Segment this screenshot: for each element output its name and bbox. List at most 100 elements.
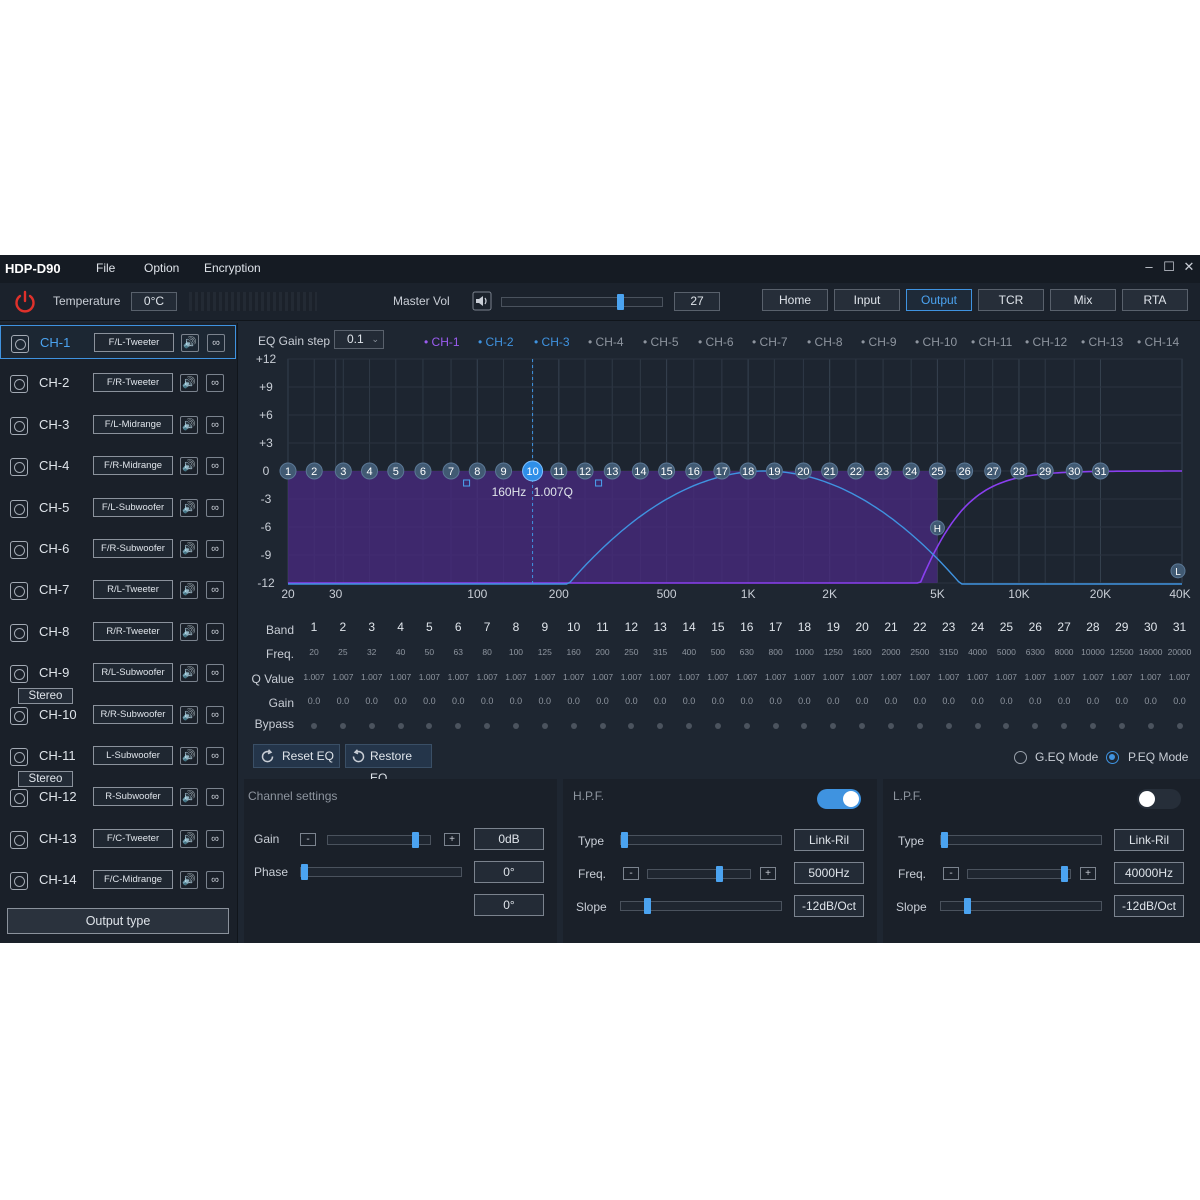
channel-row[interactable]: CH-1 F/L-Tweeter 🔊 ∞ [0,325,236,359]
bypass-toggle[interactable] [686,723,693,729]
speaker-icon[interactable] [10,623,28,642]
menu-option[interactable]: Option [144,261,179,275]
link-icon[interactable]: ∞ [206,664,224,683]
legend-item[interactable]: • CH-1 [424,335,460,349]
legend-item[interactable]: • CH-6 [698,335,734,349]
speaker-icon[interactable] [10,665,28,684]
power-icon[interactable] [12,289,38,315]
channel-type-button[interactable]: F/R-Midrange [93,456,173,476]
bypass-toggle[interactable] [801,723,808,729]
link-icon[interactable]: ∞ [206,581,224,600]
mute-icon[interactable]: 🔊 [180,540,198,558]
eq-graph[interactable]: +12 +9 +6 +3 0 -3 -6 -9 -12 20 30 100 200 500 1K 2K 5K 10… [244,353,1200,638]
geq-mode-label[interactable]: G.EQ Mode [1035,750,1098,764]
lpf-type-thumb[interactable] [941,832,948,848]
speaker-icon[interactable] [10,748,28,766]
bypass-toggle[interactable] [772,723,779,729]
link-icon[interactable]: ∞ [206,871,224,890]
lpf-type-value[interactable]: Link-Ril [1114,829,1184,851]
link-icon[interactable]: ∞ [206,540,224,558]
speaker-icon[interactable] [10,416,28,435]
bypass-toggle[interactable] [657,723,664,729]
hpf-freq-minus-button[interactable]: - [623,867,639,880]
channel-type-button[interactable]: F/L-Midrange [93,414,173,434]
channel-type-button[interactable]: F/C-Midrange [93,870,173,890]
legend-item[interactable]: • CH-2 [478,335,514,349]
stereo-link-badge[interactable]: Stereo [18,688,73,704]
channel-row[interactable]: CH-9 R/L-Subwoofer 🔊 ∞ [0,656,236,690]
channel-type-button[interactable]: R/L-Subwoofer [93,663,173,683]
bypass-toggle[interactable] [743,723,750,729]
bypass-toggle[interactable] [859,723,866,729]
legend-item[interactable]: • CH-7 [752,335,788,349]
channel-type-button[interactable]: L-Subwoofer [93,746,173,765]
delay-value[interactable]: 0° [474,894,544,916]
master-volume-icon[interactable] [472,291,492,311]
phase-value[interactable]: 0° [474,861,544,883]
lpf-slope-thumb[interactable] [964,898,971,914]
legend-item[interactable]: • CH-3 [534,335,570,349]
bypass-toggle[interactable] [368,723,375,729]
speaker-icon[interactable] [10,789,28,808]
channel-row[interactable]: CH-13 F/C-Tweeter 🔊 ∞ [0,822,236,856]
speaker-icon[interactable] [10,541,28,559]
phase-slider[interactable] [300,864,462,880]
legend-item[interactable]: • CH-11 [971,335,1012,349]
mute-icon[interactable]: 🔊 [180,415,198,434]
channel-type-button[interactable]: F/R-Tweeter [93,373,173,393]
gain-value[interactable]: 0dB [474,828,544,850]
mute-icon[interactable]: 🔊 [180,622,198,641]
bypass-toggle[interactable] [512,723,519,729]
channel-type-button[interactable]: R/R-Tweeter [93,621,173,641]
bypass-toggle[interactable] [311,723,317,729]
link-icon[interactable]: ∞ [206,788,224,807]
bypass-toggle[interactable] [484,723,491,729]
legend-item[interactable]: • CH-4 [588,335,624,349]
channel-type-button[interactable]: R/L-Tweeter [93,580,173,600]
bypass-toggle[interactable] [541,723,548,729]
minimize-icon[interactable]: – [1141,259,1157,274]
hpf-type-value[interactable]: Link-Ril [794,829,864,851]
channel-type-button[interactable]: R-Subwoofer [93,787,173,807]
speaker-icon[interactable] [10,458,28,477]
bypass-toggle[interactable] [1061,723,1068,729]
lpf-freq-plus-button[interactable]: + [1080,867,1096,880]
hpf-freq-plus-button[interactable]: + [760,867,776,880]
channel-row[interactable]: CH-5 F/L-Subwoofer 🔊 ∞ [0,491,236,525]
bypass-toggle[interactable] [1089,723,1096,729]
gain-thumb[interactable] [412,832,419,848]
link-icon[interactable]: ∞ [206,374,224,393]
eq-gain-step-select[interactable]: 0.1 ⌄ [334,330,384,349]
link-icon[interactable]: ∞ [206,747,224,765]
channel-row[interactable]: CH-4 F/R-Midrange 🔊 ∞ [0,449,236,483]
channel-type-button[interactable]: F/R-Subwoofer [93,539,173,558]
gain-minus-button[interactable]: - [300,833,316,846]
bypass-toggle[interactable] [1032,723,1039,729]
hpf-freq-thumb[interactable] [716,866,723,882]
channel-row[interactable]: CH-3 F/L-Midrange 🔊 ∞ [0,408,236,442]
channel-row[interactable]: CH-6 F/R-Subwoofer 🔊 ∞ [0,532,236,566]
legend-item[interactable]: • CH-8 [807,335,843,349]
phase-thumb[interactable] [301,864,308,880]
lpf-slope-value[interactable]: -12dB/Oct [1114,895,1184,917]
nav-tcr-button[interactable]: TCR [978,289,1044,311]
nav-output-button[interactable]: Output [906,289,972,311]
link-icon[interactable]: ∞ [206,457,224,476]
channel-row[interactable]: CH-2 F/R-Tweeter 🔊 ∞ [0,366,236,400]
hpf-slope-thumb[interactable] [644,898,651,914]
legend-item[interactable]: • CH-12 [1025,335,1067,349]
lpf-freq-thumb[interactable] [1061,866,1068,882]
link-icon[interactable]: ∞ [206,415,224,434]
lpf-slope-slider[interactable] [940,898,1102,914]
bypass-toggle[interactable] [916,723,923,729]
speaker-icon[interactable] [11,335,29,353]
legend-item[interactable]: • CH-14 [1137,335,1179,349]
link-icon[interactable]: ∞ [206,498,224,517]
bypass-toggle[interactable] [1118,723,1125,729]
peq-mode-radio[interactable] [1106,751,1119,764]
bypass-toggle[interactable] [714,723,721,729]
speaker-icon[interactable] [10,872,28,891]
bypass-toggle[interactable] [830,723,837,729]
legend-item[interactable]: • CH-5 [643,335,679,349]
master-vol-thumb[interactable] [617,294,624,310]
